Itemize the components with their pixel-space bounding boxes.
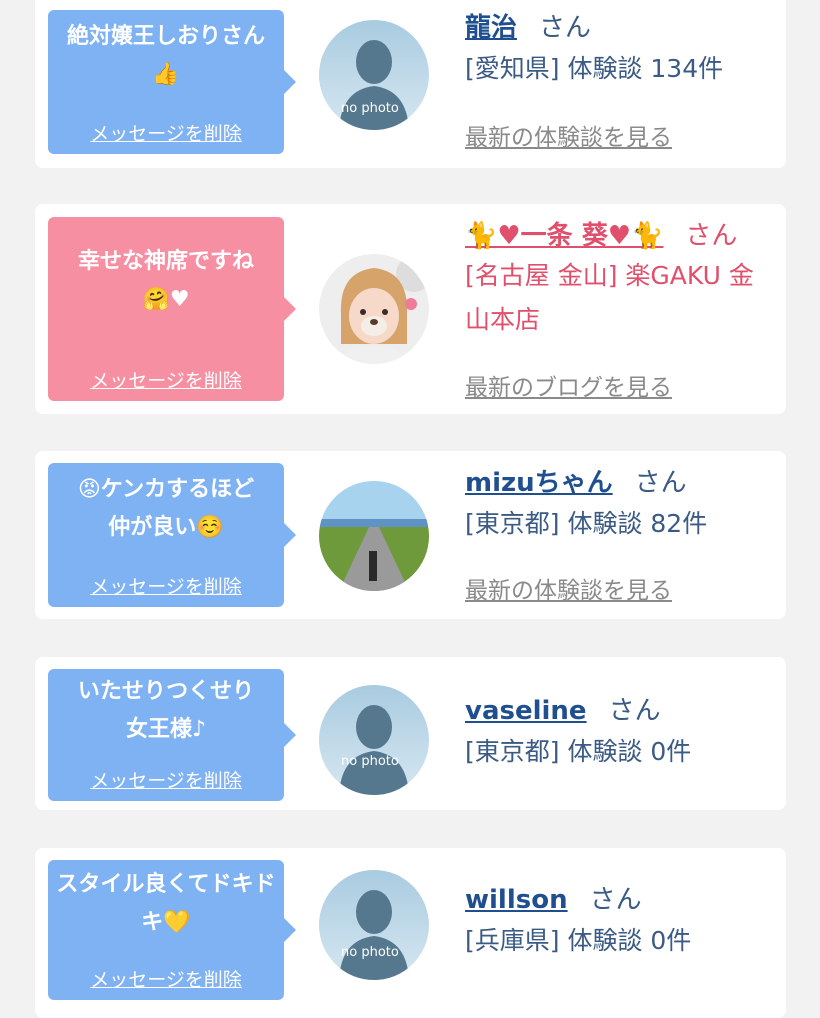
avatar[interactable]: no photo bbox=[319, 870, 429, 980]
honorific: さん bbox=[685, 221, 738, 251]
avatar[interactable] bbox=[319, 481, 429, 591]
no-photo-avatar-icon: no photo bbox=[319, 685, 429, 795]
avatar[interactable] bbox=[319, 254, 429, 364]
honorific: さん bbox=[634, 468, 687, 498]
user-info: vaseline さん [東京都] 体験談 0件 bbox=[465, 693, 776, 775]
message-text: スタイル良くてドキドキ💛 bbox=[56, 872, 276, 935]
profile-photo-icon bbox=[319, 481, 429, 591]
message-text: 😡ケンカするほど 仲が良い☺️ bbox=[77, 477, 255, 540]
user-meta: [東京都] 体験談 82件 bbox=[465, 509, 708, 538]
user-name-link[interactable]: mizuちゃん bbox=[465, 468, 613, 498]
message-text: 絶対嬢王しおりさん👍 bbox=[66, 24, 265, 87]
delete-message-link[interactable]: メッセージを削除 bbox=[48, 965, 284, 992]
delete-message-link[interactable]: メッセージを削除 bbox=[48, 572, 284, 599]
user-name-link[interactable]: 🐈♥一条 葵♥🐈 bbox=[465, 221, 663, 251]
svg-text:no photo: no photo bbox=[341, 754, 399, 769]
avatar[interactable]: no photo bbox=[319, 20, 429, 130]
user-info: 🐈♥一条 葵♥🐈 さん [名古屋 金山] 楽GAKU 金山本店 最新のブログを見る bbox=[465, 218, 776, 401]
user-name-link[interactable]: 龍治 bbox=[465, 13, 517, 43]
delete-message-link[interactable]: メッセージを削除 bbox=[48, 119, 284, 146]
user-meta: [兵庫県] 体験談 0件 bbox=[465, 926, 692, 955]
svg-text:no photo: no photo bbox=[341, 101, 399, 116]
user-meta: [愛知県] 体験談 134件 bbox=[465, 54, 724, 83]
profile-photo-icon bbox=[319, 254, 429, 364]
honorific: さん bbox=[539, 13, 592, 43]
latest-blog-link[interactable]: 最新のブログを見る bbox=[465, 368, 672, 402]
message-bubble: スタイル良くてドキドキ💛 メッセージを削除 bbox=[48, 860, 296, 1000]
message-bubble: 絶対嬢王しおりさん👍 メッセージを削除 bbox=[48, 10, 296, 154]
avatar[interactable]: no photo bbox=[319, 685, 429, 795]
user-info: willson さん [兵庫県] 体験談 0件 bbox=[465, 882, 776, 964]
message-text: 幸せな神席ですね 🤗♥ bbox=[77, 249, 254, 312]
delete-message-link[interactable]: メッセージを削除 bbox=[48, 766, 284, 793]
user-meta: [名古屋 金山] 楽GAKU 金山本店 bbox=[465, 261, 754, 334]
user-name-link[interactable]: willson bbox=[465, 885, 568, 915]
message-bubble: 幸せな神席ですね 🤗♥ メッセージを削除 bbox=[48, 217, 296, 401]
message-bubble: 😡ケンカするほど 仲が良い☺️ メッセージを削除 bbox=[48, 463, 296, 607]
card-ichijo-aoi: 幸せな神席ですね 🤗♥ メッセージを削除 🐈♥一条 葵♥🐈 さん [名古屋 金山]… bbox=[35, 204, 786, 414]
honorific: さん bbox=[589, 885, 642, 915]
latest-reviews-link[interactable]: 最新の体験談を見る bbox=[465, 118, 672, 152]
no-photo-avatar-icon: no photo bbox=[319, 870, 429, 980]
user-meta: [東京都] 体験談 0件 bbox=[465, 737, 692, 766]
card-ryuji: 絶対嬢王しおりさん👍 メッセージを削除 no photo 龍治 さん [愛知県] … bbox=[35, 0, 786, 168]
message-bubble: いたせりつくせり 女王様♪ メッセージを削除 bbox=[48, 669, 296, 801]
message-text: いたせりつくせり 女王様♪ bbox=[77, 679, 255, 742]
card-willson: スタイル良くてドキドキ💛 メッセージを削除 no photo willson さん… bbox=[35, 848, 786, 1018]
card-vaseline: いたせりつくせり 女王様♪ メッセージを削除 no photo vaseline… bbox=[35, 657, 786, 810]
no-photo-avatar-icon: no photo bbox=[319, 20, 429, 130]
card-mizu: 😡ケンカするほど 仲が良い☺️ メッセージを削除 mizuちゃん さん [東京都]… bbox=[35, 451, 786, 619]
delete-message-link[interactable]: メッセージを削除 bbox=[48, 366, 284, 393]
user-name-link[interactable]: vaseline bbox=[465, 696, 587, 726]
svg-text:no photo: no photo bbox=[341, 945, 399, 960]
user-info: mizuちゃん さん [東京都] 体験談 82件 最新の体験談を見る bbox=[465, 465, 776, 604]
latest-reviews-link[interactable]: 最新の体験談を見る bbox=[465, 571, 672, 605]
honorific: さん bbox=[608, 696, 661, 726]
user-info: 龍治 さん [愛知県] 体験談 134件 最新の体験談を見る bbox=[465, 10, 776, 151]
